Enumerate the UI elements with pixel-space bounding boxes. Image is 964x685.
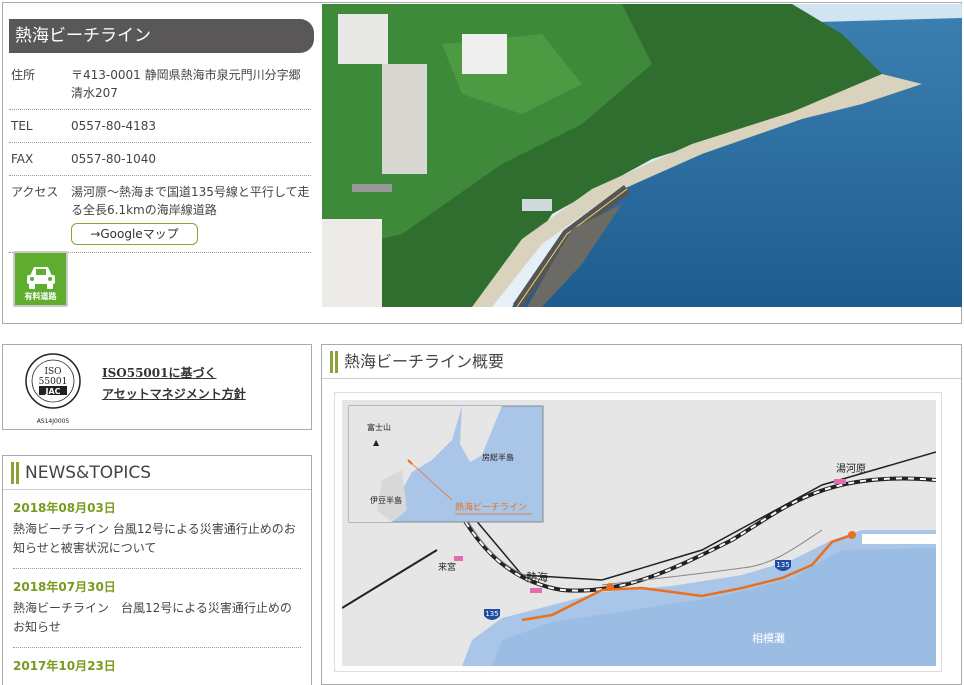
news-date: 2018年07月30日 xyxy=(13,580,116,594)
news-heading-text: NEWS&TOPICS xyxy=(25,463,152,483)
news-list: 2018年08月03日 熱海ビーチライン 台風12号による災害通行止めのお知らせ… xyxy=(3,490,311,685)
iso-link-line1[interactable]: ISO55001に基づく xyxy=(102,363,246,384)
label-izu: 伊豆半島 xyxy=(370,495,402,505)
heading-bars-icon xyxy=(11,462,19,484)
iso-policy-box: ISO 55001 JAC AS14J0005 ISO55001に基づく アセッ… xyxy=(2,344,312,430)
address-label: 住所 xyxy=(11,68,36,82)
label-sagami-nada: 相模灘 xyxy=(752,632,785,645)
toll-road-badge: 有料道路 xyxy=(13,251,68,307)
news-item[interactable]: 2018年08月03日 熱海ビーチライン 台風12号による災害通行止めのお知らせ… xyxy=(13,490,301,569)
inset-map: 富士山 ▲ 房総半島 伊豆半島 熱海ビーチライン xyxy=(348,405,544,523)
address-row: 住所 〒413-0001 静岡県熱海市泉元門川分字郷清水207 xyxy=(9,59,311,110)
address-value: 〒413-0001 静岡県熱海市泉元門川分字郷清水207 xyxy=(71,68,301,100)
fax-label: FAX xyxy=(11,152,34,166)
news-heading: NEWS&TOPICS xyxy=(3,456,311,490)
label-beach-line: 熱海ビーチライン xyxy=(455,501,527,513)
access-row: アクセス 湯河原～熱海まで国道135号線と平行して走る全長6.1kmの海岸線道路… xyxy=(9,176,311,253)
label-boso: 房総半島 xyxy=(482,452,514,462)
toll-road-label: 有料道路 xyxy=(24,292,57,301)
access-value: 湯河原～熱海まで国道135号線と平行して走る全長6.1kmの海岸線道路 xyxy=(71,185,310,217)
car-icon xyxy=(27,267,55,289)
coastline-photo xyxy=(322,4,962,307)
label-atami: 熱海 xyxy=(526,570,548,584)
access-cell: 湯河原～熱海まで国道135号線と平行して走る全長6.1kmの海岸線道路 →Goo… xyxy=(71,183,311,245)
overview-heading-text: 熱海ビーチライン概要 xyxy=(344,352,505,371)
iso-policy-link[interactable]: ISO55001に基づく アセットマネジメント方針 xyxy=(102,363,246,405)
iso-certification-logo: ISO 55001 JAC AS14J0005 xyxy=(25,353,81,425)
fax-value: 0557-80-1040 xyxy=(71,152,157,166)
fax-row: FAX 0557-80-1040 xyxy=(9,143,311,176)
facility-info: 熱海ビーチライン 住所 〒413-0001 静岡県熱海市泉元門川分字郷清水207… xyxy=(9,19,314,307)
facility-info-table: 住所 〒413-0001 静岡県熱海市泉元門川分字郷清水207 TEL 0557… xyxy=(9,59,311,253)
news-item[interactable]: 2017年10月23日 xyxy=(13,648,301,685)
facility-title: 熱海ビーチライン xyxy=(9,19,314,53)
route-map-svg: 135 135 湯河原 来宮 熱海 相模灘 富士山 ▲ 房総半島 伊豆半島 熱海… xyxy=(342,400,936,666)
news-date: 2017年10月23日 xyxy=(13,659,116,673)
route-135-shield-2: 135 xyxy=(776,561,789,569)
iso-logo-code: AS14J0005 xyxy=(37,418,70,425)
google-map-button[interactable]: →Googleマップ xyxy=(71,223,198,245)
overview-box: 熱海ビーチライン概要 135 135 湯河原 来宮 熱海 相模灘 富士山 ▲ 房… xyxy=(321,344,962,685)
tel-label: TEL xyxy=(11,119,33,133)
fuji-marker-icon: ▲ xyxy=(373,438,380,447)
news-date: 2018年08月03日 xyxy=(13,501,116,515)
heading-bars-icon xyxy=(330,351,338,373)
overview-heading: 熱海ビーチライン概要 xyxy=(322,345,961,379)
iso-link-line2[interactable]: アセットマネジメント方針 xyxy=(102,384,246,405)
route-135-shield-1: 135 xyxy=(485,610,498,618)
label-yugawara: 湯河原 xyxy=(836,462,866,475)
tel-row: TEL 0557-80-4183 xyxy=(9,110,311,143)
news-item[interactable]: 2018年07月30日 熱海ビーチライン 台風12号による災害通行止めのお知らせ xyxy=(13,569,301,648)
news-text[interactable]: 熱海ビーチライン 台風12号による災害通行止めのお知らせと被害状況について xyxy=(13,520,301,558)
label-kinomiya: 来宮 xyxy=(438,561,456,573)
iso-logo-text-jac: JAC xyxy=(44,387,60,396)
iso-logo-text-num: 55001 xyxy=(39,377,68,387)
facility-panel: 熱海ビーチライン 住所 〒413-0001 静岡県熱海市泉元門川分字郷清水207… xyxy=(2,2,962,324)
iso-logo-text-top: ISO xyxy=(44,367,61,377)
news-text[interactable]: 熱海ビーチライン 台風12号による災害通行止めのお知らせ xyxy=(13,599,301,637)
tel-value: 0557-80-4183 xyxy=(71,119,157,133)
access-label: アクセス xyxy=(11,185,59,199)
route-map: 135 135 湯河原 来宮 熱海 相模灘 富士山 ▲ 房総半島 伊豆半島 熱海… xyxy=(334,392,942,672)
news-topics-box: NEWS&TOPICS 2018年08月03日 熱海ビーチライン 台風12号によ… xyxy=(2,455,312,685)
label-fuji: 富士山 xyxy=(367,422,391,432)
